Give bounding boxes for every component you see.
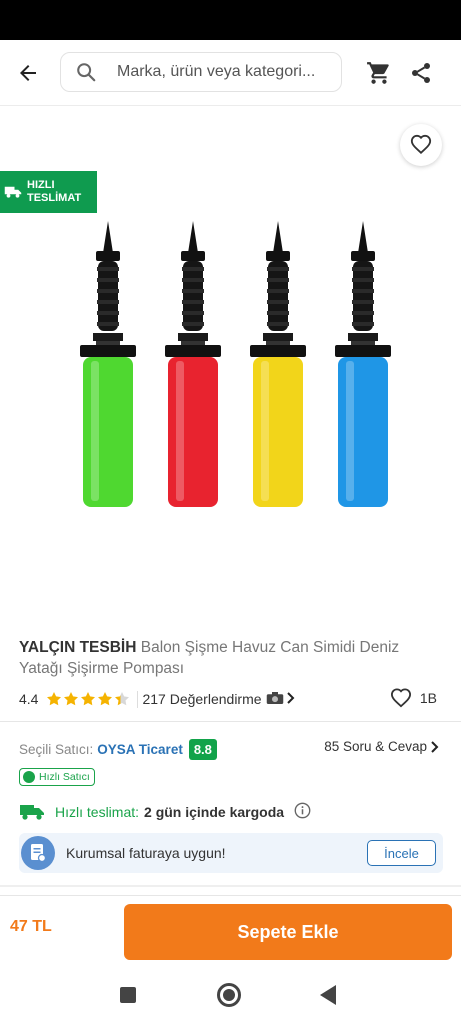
heart-icon xyxy=(410,134,432,155)
top-bar xyxy=(0,40,461,106)
like-count: 1B xyxy=(419,690,437,706)
corporate-invoice-box: Kurumsal faturaya uygun! İncele xyxy=(19,833,443,873)
pump xyxy=(335,221,391,507)
pump xyxy=(165,221,221,507)
add-to-cart-button[interactable]: Sepete Ekle xyxy=(124,904,452,960)
recent-apps-icon[interactable] xyxy=(120,987,136,1003)
system-nav-bar xyxy=(0,967,461,1024)
search-bar[interactable] xyxy=(60,52,342,92)
seller-row: Seçili Satıcı: OYSA Ticaret 8.8 85 Soru … xyxy=(19,737,443,761)
price: 47 TL xyxy=(10,918,52,935)
qa-link[interactable]: 85 Soru & Cevap xyxy=(324,739,441,754)
truck-icon xyxy=(4,186,22,198)
product-title: YALÇIN TESBİH Balon Şişme Havuz Can Simi… xyxy=(19,637,439,679)
product-brand[interactable]: YALÇIN TESBİH xyxy=(19,639,136,656)
invoice-text: Kurumsal faturaya uygun! xyxy=(66,845,226,861)
search-icon xyxy=(75,59,101,85)
cart-button[interactable] xyxy=(364,58,394,88)
reviews-count: 217 Değerlendirme xyxy=(142,691,262,707)
delivery-value: 2 gün içinde kargoda xyxy=(144,804,285,820)
pump xyxy=(80,221,136,507)
qa-label: 85 Soru & Cevap xyxy=(324,739,427,754)
chevron-right-icon xyxy=(284,691,296,708)
rating-stars xyxy=(46,691,131,707)
status-bar xyxy=(0,0,461,40)
seller-name-link[interactable]: OYSA Ticaret xyxy=(97,742,183,757)
seller-score-badge: 8.8 xyxy=(188,738,217,760)
rating-score: 4.4 xyxy=(19,691,39,707)
share-button[interactable] xyxy=(406,58,436,88)
star-icon xyxy=(98,692,113,706)
search-input[interactable] xyxy=(117,63,327,81)
heart-outline-icon xyxy=(390,688,411,708)
delivery-row: Hızlı teslimat: 2 gün içinde kargoda xyxy=(19,801,443,823)
share-icon xyxy=(412,63,430,83)
star-icon xyxy=(81,692,96,706)
fast-seller-icon xyxy=(23,771,35,783)
bottom-bar: 47 TL Sepete Ekle xyxy=(0,895,461,967)
product-image xyxy=(80,221,391,507)
truck-icon xyxy=(20,805,44,820)
system-back-icon[interactable] xyxy=(320,985,336,1005)
rating-row: 4.4 217 Değerlendirme 1B xyxy=(19,688,443,710)
pump xyxy=(250,221,306,507)
divider xyxy=(0,885,461,887)
back-arrow-icon xyxy=(20,65,36,81)
fast-delivery-badge-label: HIZLI TESLİMAT xyxy=(27,179,82,204)
star-icon xyxy=(115,692,130,706)
cart-icon xyxy=(367,62,389,84)
invoice-document-icon xyxy=(21,836,55,870)
star-icon xyxy=(64,692,79,706)
delivery-label: Hızlı teslimat: xyxy=(55,804,140,820)
info-icon[interactable] xyxy=(294,802,311,822)
star-icon xyxy=(47,692,62,706)
fast-seller-badge: Hızlı Satıcı xyxy=(19,768,95,786)
camera-icon xyxy=(266,691,284,708)
seller-label: Seçili Satıcı: xyxy=(19,741,94,757)
fast-seller-label: Hızlı Satıcı xyxy=(39,771,90,783)
invoice-review-button[interactable]: İncele xyxy=(367,840,436,866)
like-button[interactable]: 1B xyxy=(390,688,437,708)
home-icon[interactable] xyxy=(217,983,241,1007)
product-image-area[interactable]: HIZLI TESLİMAT xyxy=(0,107,461,627)
divider xyxy=(0,721,461,722)
fast-delivery-badge: HIZLI TESLİMAT xyxy=(0,171,97,213)
chevron-right-icon xyxy=(431,740,439,753)
favorite-button[interactable] xyxy=(400,124,442,166)
back-button[interactable] xyxy=(10,56,46,90)
reviews-link[interactable]: 217 Değerlendirme xyxy=(137,690,296,708)
